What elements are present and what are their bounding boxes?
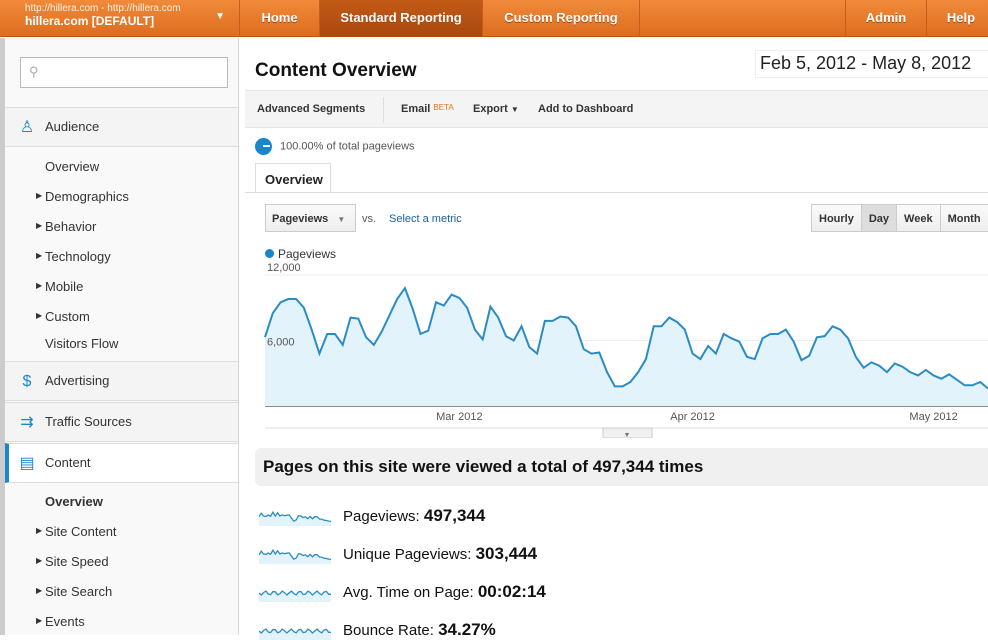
select-metric-link[interactable]: Select a metric: [389, 213, 462, 225]
account-selector[interactable]: http://hillera.com - http://hillera.com …: [5, 0, 240, 37]
granularity-toggle: Hourly Day Week Month: [811, 204, 988, 232]
stat-0: Pageviews: 497,344: [258, 506, 486, 527]
x-tick-label: May 2012: [909, 411, 957, 423]
sidebar-item-mobile[interactable]: ▶ Mobile: [36, 279, 83, 294]
expand-icon: ▶: [36, 586, 43, 595]
sidebar-item-site-search[interactable]: ▶ Site Search: [36, 584, 112, 599]
vs-label: vs.: [362, 213, 377, 225]
area-fill: [265, 288, 988, 406]
stat-value: 00:02:14: [477, 582, 546, 601]
top-bar: http://hillera.com - http://hillera.com …: [0, 0, 988, 37]
hourly-button[interactable]: Hourly: [812, 205, 862, 231]
legend-dot: [265, 249, 274, 258]
stat-value: 303,444: [475, 544, 538, 563]
sidebar-item-site-content[interactable]: ▶ Site Content: [36, 524, 117, 539]
week-button[interactable]: Week: [897, 205, 941, 231]
pageviews-chart: 12,000 6,000 Mar 2012 Apr 2012 May 2012 ▼: [264, 263, 988, 438]
summary-heading: Pages on this site were viewed a total o…: [255, 448, 988, 486]
add-to-dashboard-button[interactable]: Add to Dashboard: [538, 103, 633, 115]
content-icon: ▤: [19, 455, 35, 472]
stat-1: Unique Pageviews: 303,444: [258, 544, 538, 565]
stat-value: 497,344: [423, 506, 486, 525]
day-button[interactable]: Day: [861, 205, 898, 231]
sidebar-item-site-speed[interactable]: ▶ Site Speed: [36, 554, 109, 569]
stat-2: Avg. Time on Page: 00:02:14: [258, 582, 546, 603]
nav-home[interactable]: Home: [240, 0, 320, 37]
expand-icon: ▶: [36, 281, 43, 290]
expand-icon: ▶: [36, 251, 43, 260]
chart-legend: Pageviews: [265, 247, 336, 261]
sidebar-item-events[interactable]: ▶ Events: [36, 614, 85, 629]
advanced-segments-button[interactable]: Advanced Segments: [257, 103, 365, 115]
export-button[interactable]: Export ▼: [473, 103, 519, 115]
nav-admin[interactable]: Admin: [845, 0, 927, 37]
stat-3: Bounce Rate: 34.27%: [258, 620, 496, 640]
stat-label: Avg. Time on Page:: [343, 584, 474, 601]
sidebar-item-content-overview[interactable]: Overview: [45, 494, 103, 509]
search-icon: ⚲: [29, 64, 39, 79]
expand-icon: ▶: [36, 311, 43, 320]
sidebar-item-overview[interactable]: Overview: [45, 159, 99, 174]
chevron-down-icon: ▼: [337, 215, 346, 224]
sidebar-item-demographics[interactable]: ▶ Demographics: [36, 189, 129, 204]
y-tick-label: 6,000: [267, 337, 295, 349]
account-url: http://hillera.com - http://hillera.com: [25, 3, 181, 14]
x-tick-label: Mar 2012: [436, 411, 482, 423]
sidebar-item-custom[interactable]: ▶ Custom: [36, 309, 90, 324]
tab-overview[interactable]: Overview: [255, 163, 331, 193]
dollar-icon: $: [22, 373, 32, 390]
sparkline: [258, 548, 332, 565]
section-label: Audience: [45, 119, 100, 134]
metric-dropdown[interactable]: Pageviews ▼: [265, 204, 356, 232]
sidebar-section-traffic-sources[interactable]: ⇉ Traffic Sources: [5, 402, 238, 442]
sidebar: ⚲ ♙ Audience Overview ▶ Demographics ▶ Beha…: [0, 38, 239, 635]
y-tick-label: 12,000: [267, 263, 301, 274]
pie-icon: [255, 138, 272, 155]
arrows-icon: ⇉: [20, 414, 34, 431]
nav-custom-reporting[interactable]: Custom Reporting: [483, 0, 640, 37]
stat-label: Unique Pageviews:: [343, 546, 472, 563]
sidebar-item-visitors-flow[interactable]: Visitors Flow: [45, 336, 118, 351]
sidebar-section-content[interactable]: ▤ Content: [5, 443, 238, 483]
date-range-picker[interactable]: Feb 5, 2012 - May 8, 2012: [755, 50, 988, 78]
email-button[interactable]: Email BETA: [401, 103, 454, 115]
month-button[interactable]: Month: [940, 205, 988, 231]
sparkline: [258, 628, 331, 640]
expand-icon: ▶: [36, 191, 43, 200]
stat-label: Pageviews:: [343, 508, 420, 525]
search-input[interactable]: ⚲: [20, 57, 228, 88]
sparkline: [258, 510, 332, 527]
sparkline: [258, 590, 331, 603]
sidebar-section-advertising[interactable]: $ Advertising: [5, 361, 238, 401]
main-content: Content Overview Feb 5, 2012 - May 8, 20…: [245, 38, 988, 640]
sidebar-item-technology[interactable]: ▶ Technology: [36, 249, 111, 264]
expand-icon: ▶: [36, 556, 43, 565]
page-title: Content Overview: [255, 60, 417, 81]
nav-help[interactable]: Help: [930, 0, 988, 37]
stat-value: 34.27%: [438, 620, 496, 639]
account-name: hillera.com [DEFAULT]: [25, 14, 155, 28]
chevron-down-icon: ▼: [510, 105, 519, 114]
report-toolbar: Advanced Segments Email BETA Export ▼ Ad…: [245, 90, 988, 128]
expand-icon: ▶: [36, 526, 43, 535]
people-icon: ♙: [19, 119, 35, 136]
beta-badge: BETA: [433, 103, 454, 112]
stat-label: Bounce Rate:: [343, 622, 434, 639]
expand-icon: ▶: [36, 221, 43, 230]
segment-percentage: 100.00% of total pageviews: [255, 138, 415, 155]
chevron-down-icon: ▼: [215, 11, 225, 22]
sidebar-item-behavior[interactable]: ▶ Behavior: [36, 219, 96, 234]
nav-standard-reporting[interactable]: Standard Reporting: [320, 0, 483, 37]
chevron-down-icon: ▼: [624, 432, 631, 438]
x-tick-label: Apr 2012: [670, 411, 715, 423]
expand-icon: ▶: [36, 616, 43, 625]
sidebar-section-audience[interactable]: ♙ Audience: [5, 107, 238, 147]
